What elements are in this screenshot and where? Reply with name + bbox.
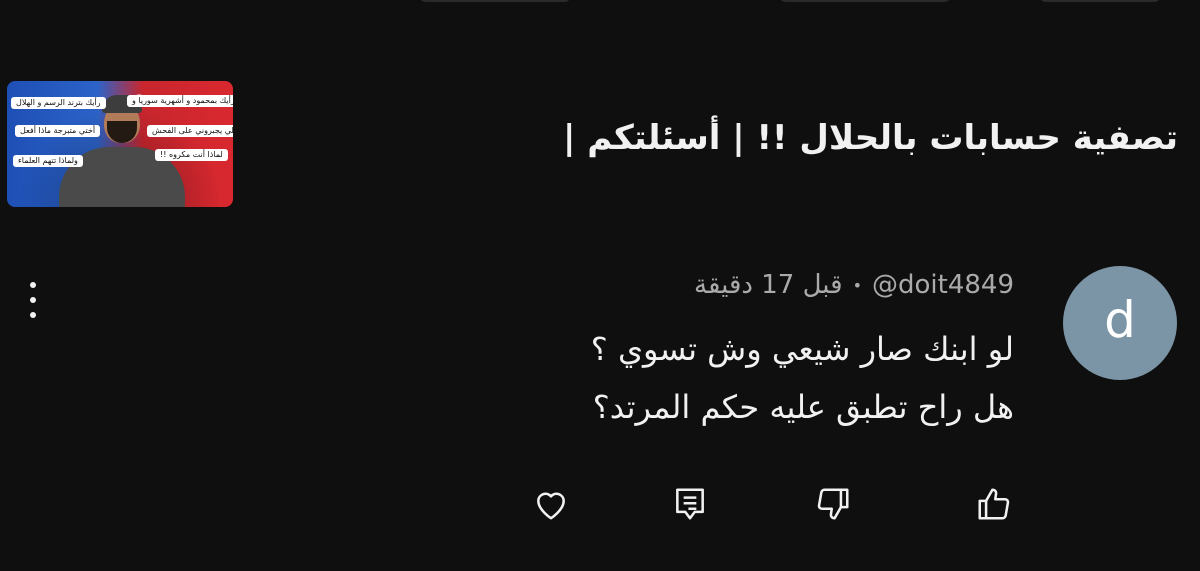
thumbs-down-icon (817, 488, 849, 520)
avatar[interactable]: d (1063, 266, 1177, 380)
like-button[interactable] (974, 484, 1014, 524)
video-title[interactable]: تصفية حسابات بالحلال !! | أسئلتكم | (563, 118, 1178, 158)
more-vertical-icon (30, 297, 36, 303)
reply-button[interactable] (670, 484, 710, 524)
comment-panel: ? رأيك بترند الرسم و الهلال رأيك بمحمود … (0, 0, 1200, 571)
meta-separator: • (852, 275, 862, 295)
more-vertical-icon (30, 282, 36, 288)
comment-author-handle[interactable]: @doit4849 (872, 270, 1014, 300)
more-vertical-icon (30, 312, 36, 318)
thumbnail-label: أختي متبرجة ماذا أفعل (15, 125, 101, 137)
top-chip[interactable] (1040, 0, 1160, 2)
reply-comment-icon (676, 488, 704, 520)
heart-button[interactable] (531, 484, 571, 524)
more-options-button[interactable] (22, 282, 44, 318)
thumbnail-label: أهلي يجبروني على الفحش (147, 125, 233, 137)
thumbs-up-icon (978, 488, 1010, 520)
thumbnail-label: رأيك بمحمود و أشهرية سوريا و (127, 95, 233, 107)
comment-timestamp: قبل 17 دقيقة (694, 270, 843, 300)
thumbnail-label: رأيك بترند الرسم و الهلال (11, 97, 106, 109)
top-chip[interactable] (420, 0, 570, 2)
heart-icon (537, 492, 565, 520)
comment-text-line: لو ابنك صار شيعي وش تسوي ؟ (590, 330, 1014, 368)
thumbnail-label: لماذا أنت مكروه !! (155, 149, 228, 161)
thumbnail-label: ولماذا تتهم العلماء (13, 155, 83, 167)
dislike-button[interactable] (813, 484, 853, 524)
comment-meta: @doit4849 • قبل 17 دقيقة (694, 270, 1014, 300)
comment-text-line: هل راح تطبق عليه حكم المرتد؟ (592, 388, 1014, 426)
video-thumbnail[interactable]: ? رأيك بترند الرسم و الهلال رأيك بمحمود … (7, 81, 233, 207)
top-chip[interactable] (780, 0, 950, 2)
avatar-letter: d (1104, 291, 1136, 349)
